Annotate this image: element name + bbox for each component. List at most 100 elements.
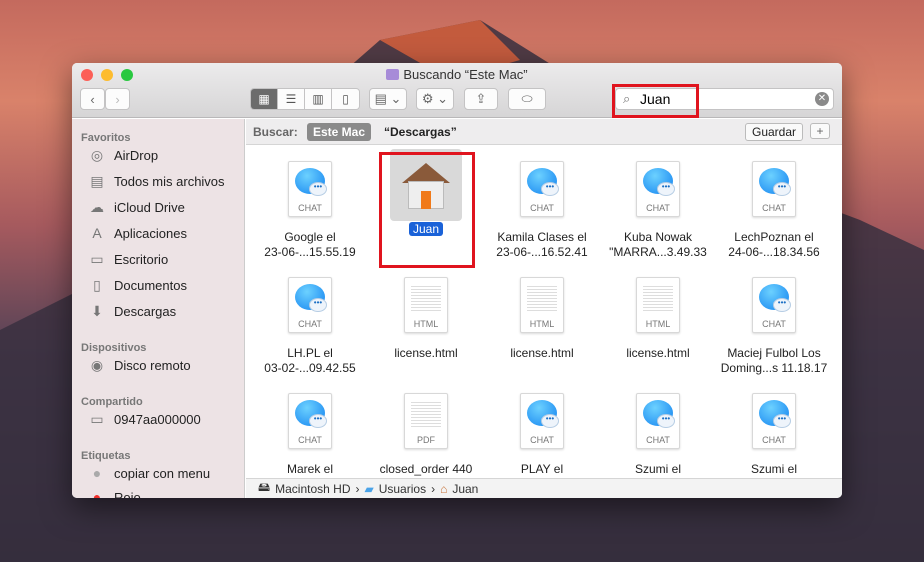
hard-drive-icon: 🖴 — [258, 480, 271, 494]
sidebar-item-label: Documentos — [114, 278, 187, 293]
file-item[interactable]: HTML license.html — [484, 277, 600, 361]
file-item[interactable]: ••• CHAT Google el 23-06-...15.55.19 — [252, 161, 368, 260]
list-view-button[interactable]: ☰ — [278, 89, 305, 109]
file-item[interactable]: ••• CHAT Marek el — [252, 393, 368, 477]
arrange-button[interactable]: ▤ ⌄ — [369, 88, 407, 110]
share-button[interactable]: ⇪ — [464, 88, 498, 110]
forward-button[interactable]: › — [105, 88, 130, 110]
tag-icon: ⬭ — [521, 91, 533, 106]
window-title: Buscando “Este Mac” — [72, 67, 842, 82]
chat-file-icon: ••• CHAT — [288, 393, 332, 449]
file-item[interactable]: ••• CHAT Maciej Fulbol Los Doming...s 11.18… — [716, 277, 832, 376]
sidebar-item-disco-remoto[interactable]: ◉ Disco remoto — [88, 357, 191, 374]
sidebar-item-icloud-drive[interactable]: ☁ iCloud Drive — [88, 199, 185, 216]
sidebar-item-escritorio[interactable]: ▭ Escritorio — [88, 251, 168, 268]
applications-icon: A — [92, 225, 102, 241]
chat-file-icon: ••• CHAT — [636, 161, 680, 217]
airdrop-icon: ◎ — [90, 147, 104, 163]
file-item[interactable]: ••• CHAT Szumi el — [716, 393, 832, 477]
sidebar-item-airdrop[interactable]: ◎ AirDrop — [88, 147, 158, 164]
save-search-button[interactable]: Guardar — [745, 123, 804, 141]
file-name: Google el 23-06-...15.55.19 — [264, 230, 356, 259]
chat-file-icon: ••• CHAT — [752, 277, 796, 333]
file-name: Szumi el — [750, 462, 797, 476]
file-item[interactable]: ••• CHAT Szumi el — [600, 393, 716, 477]
coverflow-view-button[interactable]: ▯ — [332, 89, 359, 109]
chat-file-icon: ••• CHAT — [520, 393, 564, 449]
cloud-icon: ☁ — [90, 199, 104, 215]
disc-icon: ◉ — [90, 357, 104, 373]
scope-this-mac[interactable]: Este Mac — [307, 123, 372, 141]
finder-window: Buscando “Este Mac” ‹ › ▦ ☰ ▥ ▯ ▤ ⌄ ⚙ ⌄ … — [72, 63, 842, 498]
sidebar-item-todos-mis-archivos[interactable]: ▤ Todos mis archivos — [88, 173, 225, 190]
file-name: PLAY el — [520, 462, 564, 476]
sidebar-item-label: AirDrop — [114, 148, 159, 163]
desktop-icon: ▭ — [90, 251, 104, 267]
clear-search-icon[interactable]: ✕ — [815, 92, 829, 106]
path-bar: 🖴 Macintosh HD › ▰ Usuarios › ⌂ Juan — [246, 478, 842, 498]
file-item[interactable]: ••• CHAT PLAY el — [484, 393, 600, 477]
html-file-icon: HTML — [636, 277, 680, 333]
sidebar-item-label: Rojo — [114, 489, 141, 499]
sidebar-item-label: copiar con menu — [114, 465, 211, 481]
scope-label: Buscar: — [253, 125, 298, 139]
sidebar-item-label: Todos mis archivos — [114, 174, 225, 189]
gray-tag-icon: ● — [92, 465, 102, 481]
share-icon: ⇪ — [475, 91, 487, 106]
column-view-button[interactable]: ▥ — [305, 89, 332, 109]
sidebar: Favoritos ◎ AirDrop ▤ Todos mis archivos ☁ iCl… — [72, 119, 245, 498]
sidebar-item-descargas[interactable]: ⬇ Descargas — [88, 303, 176, 320]
highlight-box-juan — [379, 152, 475, 268]
file-item[interactable]: ••• CHAT Kamila Clases el 23-06-...16.52.41 — [484, 161, 600, 260]
chat-file-icon: ••• CHAT — [520, 161, 564, 217]
sidebar-item-aplicaciones[interactable]: A Aplicaciones — [88, 225, 187, 241]
file-name: Marek el — [286, 462, 333, 476]
sidebar-item-label: 0947aa000000 — [114, 412, 201, 427]
sidebar-item-label: Escritorio — [114, 252, 169, 267]
home-icon: ⌂ — [440, 481, 448, 496]
sidebar-item-copiar-con-menu[interactable]: ● copiar con menu — [88, 465, 210, 481]
file-grid: ••• CHAT Google el 23-06-...15.55.19 Juan ••… — [246, 146, 842, 478]
sidebar-item-documentos[interactable]: ▯ Documentos — [88, 277, 187, 294]
path-juan[interactable]: Juan — [452, 482, 478, 496]
sidebar-item-label: Disco remoto — [114, 358, 191, 373]
file-item[interactable]: ••• CHAT LH.PL el 03-02-...09.42.55 — [252, 277, 368, 376]
back-button[interactable]: ‹ — [80, 88, 105, 110]
file-name: LechPoznan el 24-06-...18.34.56 — [728, 230, 820, 259]
sidebar-item-label: Descargas — [114, 304, 177, 319]
file-item[interactable]: PDF closed_order 440 — [368, 393, 484, 477]
action-button[interactable]: ⚙ ⌄ — [416, 88, 454, 110]
highlight-box-search — [612, 84, 699, 118]
downloads-icon: ⬇ — [91, 303, 103, 319]
chat-file-icon: ••• CHAT — [752, 393, 796, 449]
html-file-icon: HTML — [520, 277, 564, 333]
chat-file-icon: ••• CHAT — [288, 277, 332, 333]
sidebar-section-header: Favoritos — [81, 132, 131, 144]
file-name: license.html — [394, 346, 458, 360]
toolbar: Buscando “Este Mac” ‹ › ▦ ☰ ▥ ▯ ▤ ⌄ ⚙ ⌄ … — [72, 63, 842, 118]
add-criteria-button[interactable]: + — [810, 123, 830, 139]
sidebar-item-rojo[interactable]: ● Rojo — [88, 489, 141, 498]
folder-icon: ▰ — [364, 481, 374, 496]
pdf-file-icon: PDF — [404, 393, 448, 449]
file-item[interactable]: ••• CHAT Kuba Nowak "MARRA...3.49.33 — [600, 161, 716, 260]
grid-arrange-icon: ▤ ⌄ — [374, 91, 402, 106]
sidebar-item-0947aa000000[interactable]: ▭ 0947aa000000 — [88, 411, 201, 428]
sidebar-section-header: Dispositivos — [81, 342, 147, 354]
search-scope-bar: Buscar: Este Mac “Descargas” Guardar + — [246, 119, 842, 145]
file-item[interactable]: ••• CHAT LechPoznan el 24-06-...18.34.56 — [716, 161, 832, 260]
icon-view-button[interactable]: ▦ — [251, 89, 278, 109]
file-item[interactable]: HTML license.html — [600, 277, 716, 361]
sidebar-section-header: Compartido — [81, 396, 143, 408]
path-macintosh-hd[interactable]: Macintosh HD — [275, 482, 350, 496]
sidebar-item-label: iCloud Drive — [114, 200, 185, 215]
view-switcher: ▦ ☰ ▥ ▯ — [250, 88, 360, 110]
scope-downloads[interactable]: “Descargas” — [384, 125, 457, 139]
path-usuarios[interactable]: Usuarios — [379, 482, 426, 496]
file-item[interactable]: HTML license.html — [368, 277, 484, 361]
tags-button[interactable]: ⬭ — [508, 88, 546, 110]
red-tag-icon: ● — [92, 489, 102, 498]
computer-icon: ▭ — [90, 411, 104, 427]
documents-icon: ▯ — [93, 277, 101, 293]
all-files-icon: ▤ — [90, 173, 104, 189]
